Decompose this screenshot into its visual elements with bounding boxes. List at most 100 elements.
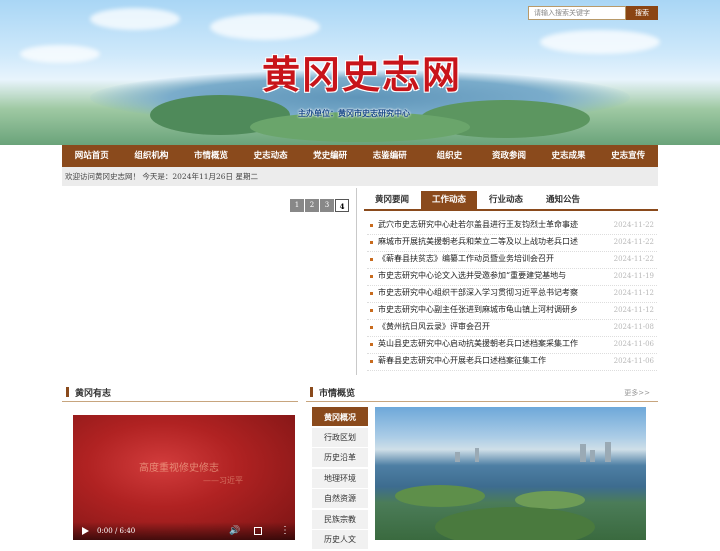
news-title[interactable]: 蕲春县史志研究中心开展老兵口述档案征集工作 — [378, 354, 546, 368]
building-shape — [605, 442, 611, 462]
play-icon[interactable] — [82, 527, 89, 535]
list-item[interactable]: 蕲春县史志研究中心开展老兵口述档案征集工作 2024-11-06 — [367, 354, 657, 371]
building-shape — [455, 452, 460, 462]
more-link[interactable]: 更多>> — [624, 388, 650, 398]
building-shape — [590, 450, 595, 462]
news-title[interactable]: 英山县史志研究中心启动抗美援朝老兵口述档案采集工作 — [378, 337, 578, 351]
list-item[interactable]: 《蕲春县扶贫志》编纂工作动员暨业务培训会召开 2024-11-22 — [367, 252, 657, 269]
menu-item-overview[interactable]: 黄冈概况 — [312, 407, 368, 427]
nav-item-publicity[interactable]: 史志宣传 — [598, 145, 658, 167]
list-item[interactable]: 市史志研究中心组织干部深入学习贯彻习近平总书记考察 2024-11-12 — [367, 286, 657, 303]
news-date: 2024-11-22 — [613, 255, 654, 263]
bullet-icon — [370, 360, 373, 363]
menu-item-geography[interactable]: 地理环境 — [312, 468, 368, 489]
island-shape — [435, 507, 595, 540]
cloud-decoration — [210, 14, 320, 40]
news-title[interactable]: 市史志研究中心副主任张进到麻城市龟山镇上河村调研乡 — [378, 303, 578, 317]
news-date: 2024-11-12 — [613, 289, 654, 297]
news-tabs: 黄冈要闻 工作动态 行业动态 通知公告 — [364, 191, 658, 211]
welcome-bar: 欢迎访问黄冈史志网！ 今天是：2024年11月26日 星期二 — [62, 167, 658, 186]
slider-pager: 1 2 3 4 — [290, 199, 349, 212]
news-date: 2024-11-06 — [613, 340, 654, 348]
section-bar-icon — [66, 387, 69, 397]
list-item[interactable]: 武穴市史志研究中心赴若尔盖县进行王友钧烈士革命事迹 2024-11-22 — [367, 218, 657, 235]
nav-item-org-history[interactable]: 组织史 — [420, 145, 480, 167]
list-item[interactable]: 市史志研究中心论文入选并受邀参加“重要建党基地与 2024-11-19 — [367, 269, 657, 286]
menu-item-history[interactable]: 历史沿革 — [312, 448, 368, 468]
bullet-icon — [370, 343, 373, 346]
nav-item-party-history[interactable]: 党史编研 — [300, 145, 360, 167]
section-title: 市情概览 — [319, 389, 356, 399]
header-banner: 黄冈史志网 主办单位：黄冈市史志研究中心 请输入搜索关键字 搜索 — [0, 0, 720, 145]
bullet-icon — [370, 309, 373, 312]
section-header-city-overview: 市情概览 更多>> — [306, 382, 658, 402]
list-item[interactable]: 麻城市开展抗美援朝老兵和荣立二等及以上战功老兵口述 2024-11-22 — [367, 235, 657, 252]
menu-item-districts[interactable]: 行政区划 — [312, 427, 368, 448]
sponsor-text: 主办单位：黄冈市史志研究中心 — [298, 108, 410, 118]
search-input[interactable]: 请输入搜索关键字 — [528, 6, 626, 20]
news-date: 2024-11-12 — [613, 306, 654, 314]
news-title[interactable]: 武穴市史志研究中心赴若尔盖县进行王友钧烈士革命事迹 — [378, 218, 578, 232]
main-nav: 网站首页 组织机构 市情概览 史志动态 党史编研 志鉴编研 组织史 资政参阅 史… — [62, 145, 658, 167]
list-item[interactable]: 英山县史志研究中心启动抗美援朝老兵口述档案采集工作 2024-11-06 — [367, 337, 657, 354]
list-item[interactable]: 市史志研究中心副主任张进到麻城市龟山镇上河村调研乡 2024-11-12 — [367, 303, 657, 320]
bullet-icon — [370, 224, 373, 227]
nav-item-news[interactable]: 史志动态 — [241, 145, 301, 167]
list-item[interactable]: 《黄州抗日风云录》评审会召开 2024-11-08 — [367, 320, 657, 337]
news-list: 武穴市史志研究中心赴若尔盖县进行王友钧烈士革命事迹 2024-11-22 麻城市开… — [367, 218, 657, 371]
menu-item-resources[interactable]: 自然资源 — [312, 489, 368, 509]
bullet-icon — [370, 241, 373, 244]
news-title[interactable]: 《黄州抗日风云录》评审会召开 — [378, 320, 490, 334]
city-overview-menu: 黄冈概况 行政区划 历史沿革 地理环境 自然资源 民族宗教 历史人文 — [312, 407, 368, 551]
nav-item-organization[interactable]: 组织机构 — [122, 145, 182, 167]
cloud-decoration — [540, 30, 660, 54]
slider-page-4[interactable]: 4 — [335, 199, 349, 212]
tab-work-updates[interactable]: 工作动态 — [421, 191, 477, 209]
volume-icon[interactable]: 🔊 — [229, 522, 240, 540]
news-title[interactable]: 市史志研究中心论文入选并受邀参加“重要建党基地与 — [378, 269, 566, 283]
menu-item-culture[interactable]: 历史人文 — [312, 530, 368, 550]
bullet-icon — [370, 326, 373, 329]
site-title: 黄冈史志网 — [262, 52, 463, 97]
bullet-icon — [370, 258, 373, 261]
search-button[interactable]: 搜索 — [626, 6, 658, 20]
video-caption: 高度重视修史修志 — [139, 463, 219, 474]
nav-item-consultation[interactable]: 资政参阅 — [479, 145, 539, 167]
news-date: 2024-11-08 — [613, 323, 654, 331]
slider-page-2[interactable]: 2 — [305, 199, 319, 212]
nav-item-city-overview[interactable]: 市情概览 — [181, 145, 241, 167]
fullscreen-icon[interactable] — [254, 527, 262, 535]
tab-industry-updates[interactable]: 行业动态 — [478, 191, 534, 209]
news-title[interactable]: 《蕲春县扶贫志》编纂工作动员暨业务培训会召开 — [378, 252, 554, 266]
cloud-decoration — [90, 8, 180, 30]
section-bar-icon — [310, 387, 313, 397]
bullet-icon — [370, 275, 373, 278]
news-date: 2024-11-06 — [613, 357, 654, 365]
section-header-huanggang-zhi: 黄冈有志 — [62, 382, 298, 402]
city-aerial-photo — [375, 407, 646, 540]
island-shape — [395, 485, 485, 507]
section-title: 黄冈有志 — [75, 389, 112, 399]
slider-page-3[interactable]: 3 — [320, 199, 334, 212]
news-date: 2024-11-22 — [613, 238, 654, 246]
slider-page-1[interactable]: 1 — [290, 199, 304, 212]
news-date: 2024-11-19 — [613, 272, 654, 280]
bullet-icon — [370, 292, 373, 295]
building-shape — [475, 448, 479, 462]
video-controls: 0:00 / 6:40 🔊 ⋮ — [73, 522, 295, 540]
tab-huanggang-news[interactable]: 黄冈要闻 — [364, 191, 420, 209]
nav-item-chronicles[interactable]: 志鉴编研 — [360, 145, 420, 167]
column-divider — [356, 188, 357, 375]
more-options-icon[interactable]: ⋮ — [280, 522, 290, 540]
cloud-decoration — [20, 45, 100, 63]
tab-notices[interactable]: 通知公告 — [535, 191, 591, 209]
menu-item-ethnic-religion[interactable]: 民族宗教 — [312, 509, 368, 530]
news-date: 2024-11-22 — [613, 221, 654, 229]
nav-item-home[interactable]: 网站首页 — [62, 145, 122, 167]
news-title[interactable]: 市史志研究中心组织干部深入学习贯彻习近平总书记考察 — [378, 286, 578, 300]
video-subcaption: ——习近平 — [203, 476, 243, 485]
news-title[interactable]: 麻城市开展抗美援朝老兵和荣立二等及以上战功老兵口述 — [378, 235, 578, 249]
video-player[interactable]: 高度重视修史修志 ——习近平 0:00 / 6:40 🔊 ⋮ — [73, 415, 295, 540]
building-shape — [580, 444, 586, 462]
nav-item-achievements[interactable]: 史志成果 — [539, 145, 599, 167]
